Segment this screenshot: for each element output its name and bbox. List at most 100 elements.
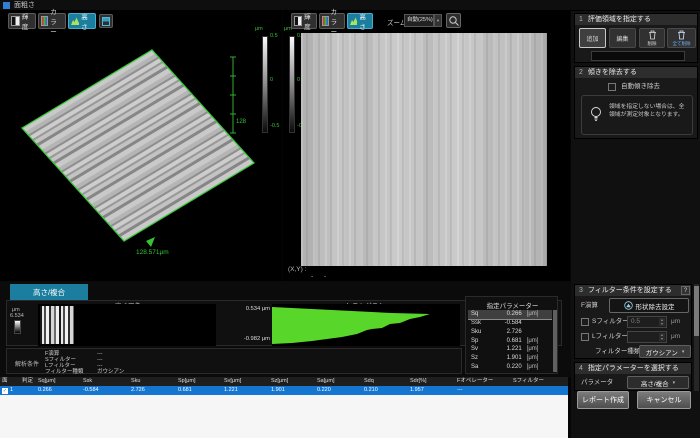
- s-filter-input[interactable]: 0.5 ▲▼: [627, 316, 667, 328]
- col-sq[interactable]: Sq[μm]: [36, 377, 81, 386]
- zoom-select[interactable]: 自動(25%): [404, 14, 434, 27]
- l-filter-label: Lフィルター: [592, 333, 628, 341]
- col-sv[interactable]: Sv[μm]: [222, 377, 269, 386]
- s-filter-value: 0.5: [631, 318, 640, 325]
- view-3d-toggle-button[interactable]: [99, 14, 113, 28]
- col-ssk[interactable]: Ssk: [81, 377, 129, 386]
- step2-title: 傾きを除去する: [588, 67, 637, 78]
- col-surface[interactable]: 面: [0, 377, 20, 386]
- panel-scrollbar-thumb[interactable]: [694, 286, 699, 336]
- zoom-tool-button[interactable]: [446, 13, 461, 28]
- parameter-row-sv[interactable]: Sv1.221[μm]: [468, 345, 552, 354]
- color-view-button-2d[interactable]: カラー: [319, 13, 345, 29]
- surface-3d-canvas[interactable]: [0, 35, 282, 281]
- zoom-select-arrow-icon[interactable]: ▾: [434, 14, 442, 27]
- shape-removal-icon: [624, 301, 633, 310]
- add-region-button[interactable]: 追加: [579, 28, 606, 48]
- height-label: 高さ: [359, 11, 370, 31]
- step4-number: 4: [579, 363, 583, 374]
- f-operation-label: F演算: [581, 302, 598, 310]
- parameter-list-scrollbar[interactable]: [553, 310, 557, 372]
- s-filter-checkbox[interactable]: [581, 318, 589, 326]
- parameter-row-sz[interactable]: Sz1.901[μm]: [468, 354, 552, 363]
- title-bar: 面粗さ: [0, 0, 700, 11]
- height-view-button[interactable]: 高さ: [68, 13, 96, 29]
- surface-2d-image[interactable]: [301, 33, 547, 266]
- col-sz[interactable]: Sz[μm]: [269, 377, 315, 386]
- parameter-label: パラメータ: [581, 379, 613, 387]
- brightness-icon: [294, 16, 302, 26]
- col-f-operator[interactable]: Fオペレーター: [455, 377, 511, 386]
- step1-number: 1: [579, 14, 583, 25]
- viewer-2d-pane[interactable]: 輝度 カラー 高さ ズーム 自動(25%) ▾ μm 0.5 0 -0.5 (X…: [283, 11, 570, 281]
- delete-region-button[interactable]: 削除: [639, 28, 665, 48]
- scale-value: 6.534: [10, 313, 24, 319]
- parameter-value: 高さ/複合: [641, 378, 669, 388]
- col-sdr[interactable]: Sdr[%]: [408, 377, 455, 386]
- col-s-filter[interactable]: Sフィルター: [511, 377, 566, 386]
- col-sp[interactable]: Sp[μm]: [176, 377, 222, 386]
- surface-3d-mesh[interactable]: [22, 50, 254, 241]
- height-histogram-icon: [350, 17, 357, 25]
- parameter-list[interactable]: Sq0.266[μm] Ssk-0.584 Sku2.726 Sp0.681[μ…: [468, 310, 552, 372]
- col-sa[interactable]: Sa[μm]: [315, 377, 362, 386]
- parameter-row-sku[interactable]: Sku2.726: [468, 328, 552, 337]
- height-label: 高さ: [81, 11, 93, 31]
- brightness-view-button[interactable]: 輝度: [8, 13, 36, 29]
- step2-header: 2 傾きを除去する: [575, 67, 697, 78]
- chevron-down-icon: ▾: [682, 349, 685, 355]
- settings-panel: 1 評価領域を指定する 追加 編集 削除 全て削除: [571, 11, 700, 438]
- parameter-select[interactable]: 高さ/複合 ▾: [627, 376, 689, 389]
- color-icon: [322, 16, 329, 26]
- spec-parameters-panel: 指定パラメーター Sq0.266[μm] Ssk-0.584 Sku2.726 …: [465, 296, 558, 374]
- histogram-max-label: 0.534 μm: [226, 306, 270, 312]
- height-view-button-2d[interactable]: 高さ: [347, 13, 373, 29]
- viewer-3d-pane[interactable]: 輝度 カラー 高さ: [0, 11, 282, 281]
- z-axis-label: 128: [236, 119, 246, 125]
- delete-label: 削除: [648, 41, 657, 47]
- shape-removal-settings-button[interactable]: 形状除去設定: [609, 298, 689, 313]
- step4-section: 4 指定パラメーターを選択する パラメータ 高さ/複合 ▾: [574, 362, 692, 391]
- create-report-button[interactable]: レポート作成: [577, 391, 629, 409]
- trash-all-icon: [677, 30, 686, 40]
- col-sdq[interactable]: Sdq: [362, 377, 408, 386]
- filter-type-select[interactable]: ガウシアン ▾: [639, 345, 691, 358]
- l-filter-checkbox[interactable]: [581, 333, 589, 341]
- s-filter-spinner[interactable]: ▲▼: [659, 318, 665, 326]
- tab-height-hybrid[interactable]: 高さ/複合: [10, 284, 88, 300]
- col-judgment[interactable]: 判定: [20, 377, 36, 386]
- delete-all-regions-button[interactable]: 全て削除: [667, 28, 696, 48]
- histogram-area-chart: [272, 304, 460, 346]
- parameter-row-sq[interactable]: Sq0.266[μm]: [468, 310, 552, 319]
- height-colorbar-2d: [289, 36, 295, 133]
- brightness-icon: [11, 16, 20, 26]
- step3-header: 3 フィルター条件を設定する: [575, 285, 691, 296]
- parameter-row-sa[interactable]: Sa0.220[μm]: [468, 363, 552, 372]
- results-data-row[interactable]: ✓ 1 0.266 -0.584 2.726 0.681 1.221 1.901…: [0, 386, 568, 395]
- edit-label: 編集: [616, 34, 628, 43]
- height-histogram-icon: [71, 17, 79, 25]
- row-checkbox[interactable]: ✓: [2, 388, 8, 394]
- l-filter-input[interactable]: ▲▼: [627, 331, 667, 343]
- color-view-button[interactable]: カラー: [38, 13, 66, 29]
- step3-title: フィルター条件を設定する: [588, 285, 672, 296]
- edit-region-button[interactable]: 編集: [609, 28, 636, 48]
- colorbar-tick-bottom: -0.5: [270, 123, 279, 129]
- brightness-view-button-2d[interactable]: 輝度: [291, 13, 317, 29]
- col-sku[interactable]: Sku: [129, 377, 176, 386]
- parameter-row-ssk[interactable]: Ssk-0.584: [468, 319, 552, 328]
- panel-scrollbar[interactable]: [694, 284, 699, 391]
- step2-number: 2: [579, 67, 583, 78]
- row-select-cell[interactable]: ✓ 1: [0, 386, 20, 395]
- s-filter-unit: μm: [671, 318, 680, 326]
- auto-tilt-checkbox[interactable]: [608, 83, 616, 91]
- parameter-list-scrollbar-thumb[interactable]: [553, 310, 557, 372]
- help-button[interactable]: ?: [681, 286, 690, 295]
- cancel-button[interactable]: キャンセル: [637, 391, 691, 409]
- l-filter-spinner[interactable]: ▲▼: [659, 333, 665, 341]
- analysis-band: 高さ/複合 高さ画像 μm 6.534 ヒストグラム 0.534 μm -0.9…: [0, 281, 571, 377]
- color-icon: [41, 16, 48, 26]
- height-colorbar: [262, 36, 268, 133]
- region-list-field[interactable]: [591, 51, 685, 61]
- parameter-row-sp[interactable]: Sp0.681[μm]: [468, 337, 552, 346]
